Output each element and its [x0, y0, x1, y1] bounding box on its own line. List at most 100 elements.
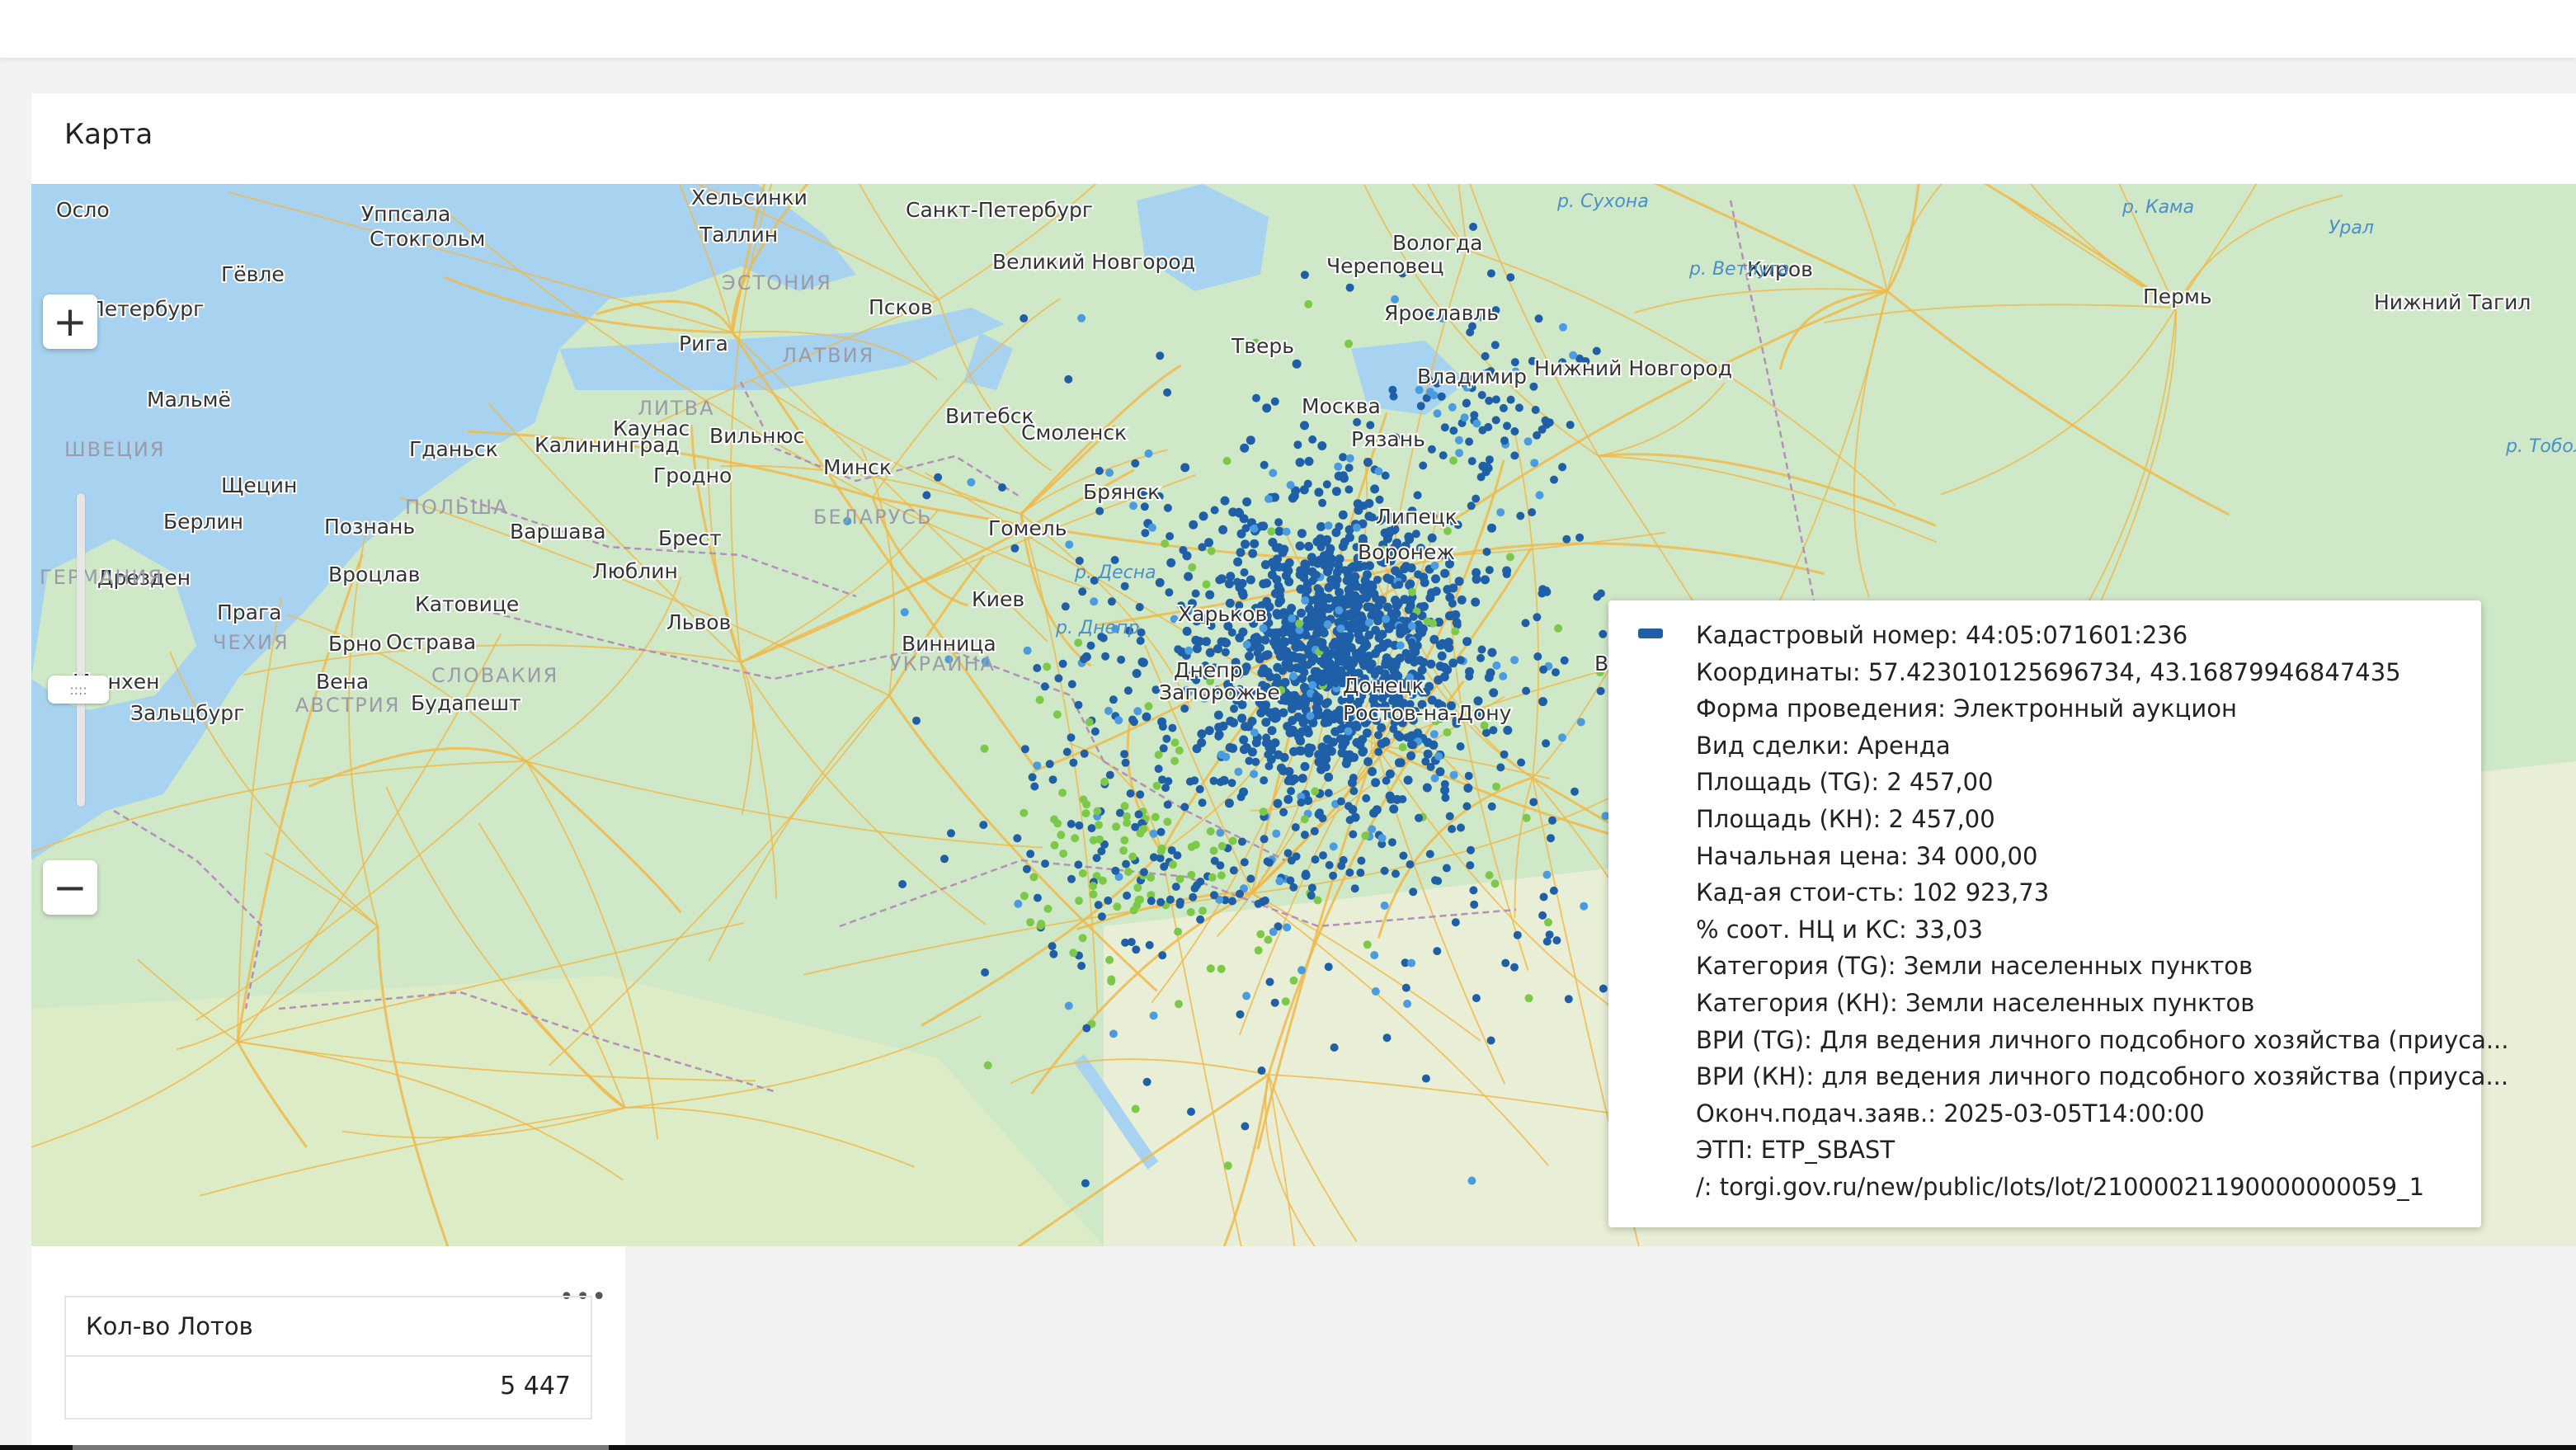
lot-point[interactable] [1487, 647, 1497, 657]
lot-point[interactable] [1284, 577, 1294, 586]
lot-point[interactable] [1406, 751, 1416, 760]
lot-point[interactable] [1264, 667, 1273, 676]
lot-point[interactable] [1576, 718, 1585, 727]
lot-point[interactable] [1288, 725, 1297, 735]
lot-point[interactable] [1455, 449, 1464, 458]
lot-point[interactable] [1492, 782, 1500, 791]
lot-point[interactable] [1345, 525, 1354, 534]
lot-point[interactable] [1295, 652, 1304, 662]
lot-point[interactable] [1067, 680, 1076, 689]
lot-point[interactable] [980, 744, 989, 753]
lot-point[interactable] [1356, 869, 1365, 878]
lot-point[interactable] [1460, 413, 1469, 422]
lot-point[interactable] [1129, 718, 1138, 727]
lot-point[interactable] [947, 829, 955, 838]
lot-point[interactable] [1331, 487, 1341, 497]
lot-point[interactable] [1431, 574, 1440, 584]
lot-point[interactable] [1437, 392, 1446, 401]
lot-point[interactable] [1409, 741, 1418, 750]
lot-point[interactable] [1489, 688, 1499, 698]
lot-point[interactable] [1163, 503, 1172, 512]
lot-point[interactable] [1160, 862, 1169, 871]
lot-point[interactable] [1126, 789, 1135, 798]
lot-point[interactable] [1491, 341, 1500, 350]
lot-point[interactable] [1596, 686, 1605, 695]
lot-point[interactable] [1339, 471, 1348, 480]
lot-point[interactable] [1500, 436, 1509, 445]
lot-point[interactable] [1274, 597, 1283, 606]
lot-point[interactable] [1043, 904, 1053, 913]
lot-point[interactable] [1198, 798, 1207, 807]
lot-point[interactable] [1253, 648, 1262, 657]
lot-point[interactable] [1059, 850, 1068, 858]
lot-point[interactable] [1279, 752, 1289, 762]
lot-point[interactable] [1449, 456, 1458, 465]
lot-point[interactable] [1368, 767, 1377, 776]
lot-point[interactable] [1363, 652, 1373, 661]
lot-point[interactable] [1080, 749, 1089, 758]
lot-point[interactable] [1014, 899, 1023, 908]
lot-point[interactable] [1467, 457, 1476, 466]
lot-point[interactable] [1457, 823, 1465, 832]
lot-point[interactable] [1335, 725, 1345, 734]
lot-point[interactable] [1251, 757, 1260, 766]
lot-point[interactable] [1137, 657, 1147, 667]
lot-point[interactable] [1438, 638, 1448, 648]
lot-point[interactable] [1163, 800, 1172, 809]
lot-point[interactable] [1107, 977, 1116, 986]
lot-point[interactable] [1425, 388, 1434, 397]
lot-point[interactable] [1156, 827, 1166, 836]
lot-point[interactable] [1374, 731, 1382, 740]
lot-point[interactable] [1406, 860, 1415, 869]
lot-point[interactable] [1426, 659, 1436, 669]
lot-point[interactable] [1094, 901, 1103, 910]
lot-point[interactable] [1296, 746, 1306, 756]
lot-point[interactable] [1274, 518, 1283, 527]
lot-point[interactable] [1377, 629, 1387, 639]
lot-point[interactable] [1074, 638, 1083, 647]
lot-point[interactable] [1147, 897, 1156, 906]
lot-point[interactable] [1482, 548, 1491, 556]
lot-point[interactable] [1485, 396, 1494, 405]
lot-point[interactable] [1324, 551, 1333, 561]
lot-point[interactable] [1318, 643, 1327, 652]
lot-point[interactable] [1269, 468, 1278, 478]
lot-point[interactable] [1363, 602, 1373, 612]
lot-point[interactable] [1491, 879, 1500, 888]
lot-point[interactable] [1013, 834, 1022, 843]
lot-point[interactable] [1166, 895, 1175, 904]
lot-point[interactable] [1259, 807, 1268, 817]
lot-point[interactable] [1264, 750, 1273, 759]
lot-point[interactable] [1469, 886, 1478, 895]
lot-point[interactable] [1316, 657, 1325, 666]
lot-point[interactable] [1287, 856, 1296, 865]
lot-point[interactable] [1248, 548, 1258, 558]
lot-point[interactable] [1123, 818, 1132, 827]
lot-point[interactable] [1151, 812, 1160, 822]
lot-point[interactable] [1279, 708, 1288, 718]
lot-point[interactable] [1289, 976, 1298, 985]
lot-point[interactable] [1313, 705, 1323, 715]
lot-point[interactable] [1377, 739, 1387, 749]
lot-point[interactable] [1077, 313, 1086, 322]
lot-point[interactable] [1467, 501, 1476, 511]
lot-point[interactable] [1288, 493, 1297, 503]
lot-point[interactable] [1300, 668, 1309, 677]
lot-point[interactable] [1462, 802, 1472, 811]
lot-point[interactable] [1082, 800, 1091, 809]
lot-point[interactable] [1093, 807, 1102, 816]
lot-point[interactable] [1236, 548, 1246, 558]
lot-point[interactable] [1486, 269, 1495, 278]
lot-point[interactable] [1234, 507, 1243, 516]
lot-point[interactable] [1345, 485, 1354, 494]
lot-point[interactable] [1264, 858, 1274, 867]
lot-point[interactable] [1315, 589, 1323, 598]
lot-point[interactable] [983, 1061, 992, 1070]
lot-point[interactable] [1485, 455, 1494, 464]
lot-point[interactable] [1035, 695, 1044, 704]
lot-point[interactable] [1048, 942, 1057, 951]
lot-point[interactable] [1329, 871, 1338, 880]
lot-point[interactable] [1127, 938, 1136, 947]
lot-point[interactable] [1189, 892, 1198, 902]
lot-point[interactable] [1295, 619, 1304, 628]
